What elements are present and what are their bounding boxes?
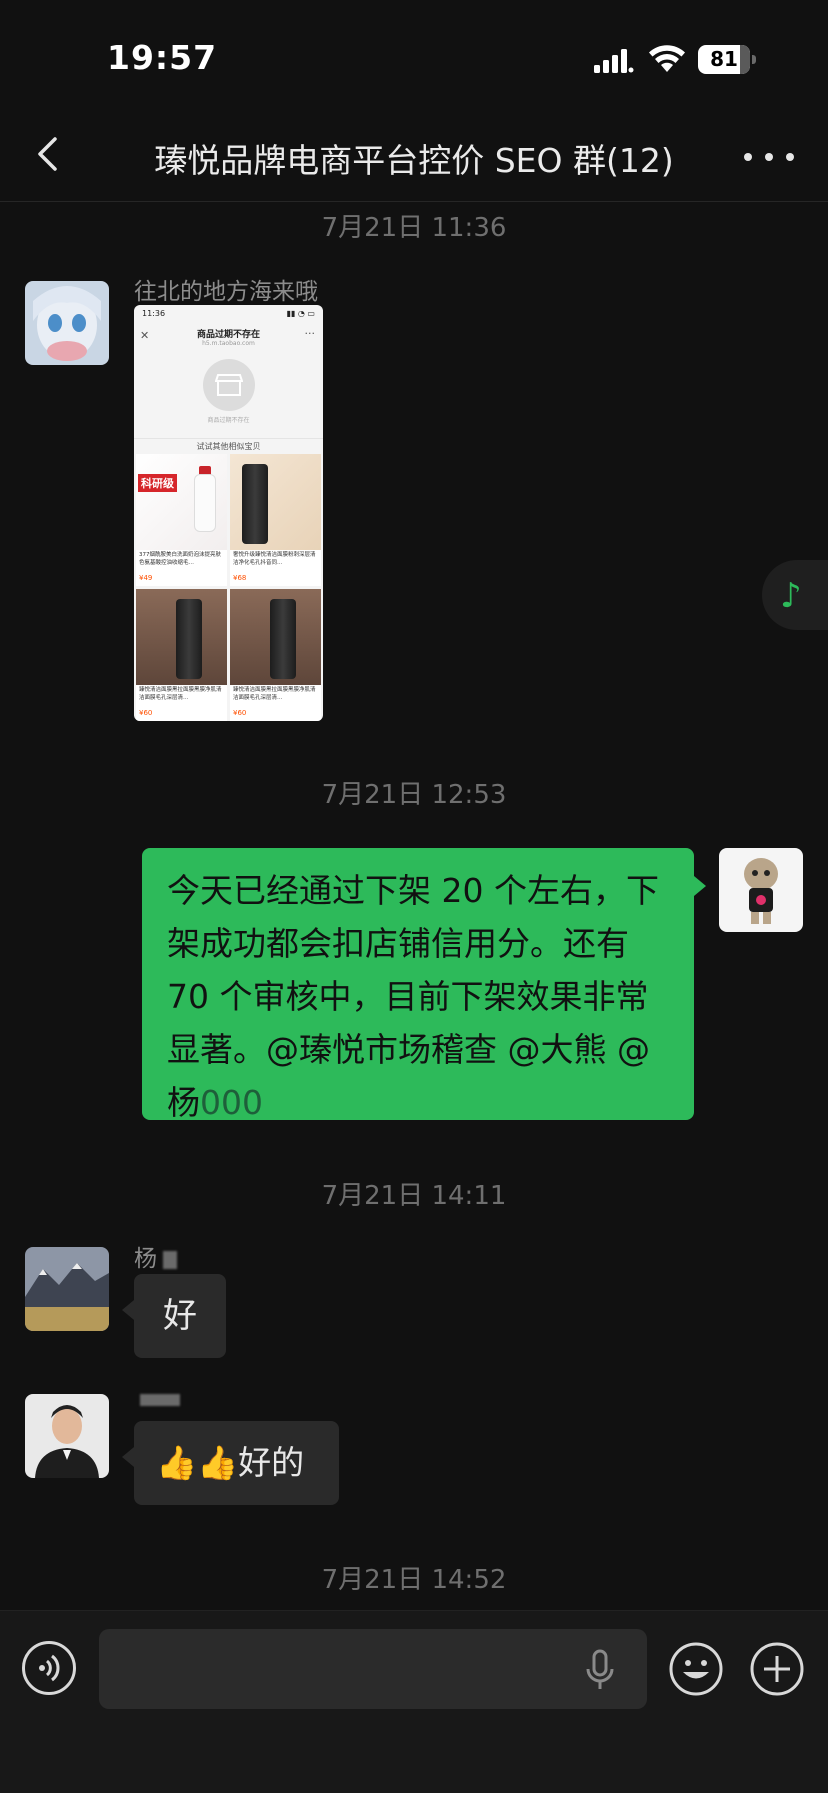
product-card: 臻悦清洁面膜黑拉面膜黑膜净肌清洁面膜毛孔深层清… ¥60 [136,589,227,721]
product-card: 臻悦清洁面膜黑拉面膜黑膜净肌清洁面膜毛孔深层清… ¥60 [230,589,321,721]
chat-title: 瑧悦品牌电商平台控价 SEO 群(12) [154,141,674,180]
music-float-button[interactable]: ♪ [762,560,828,630]
message-bubble-incoming[interactable]: 好 [122,1274,226,1358]
image-message[interactable]: 11:36 ▮▮ ◔ ▭ ✕ ··· 商品过期不存在 h5.m.taobao.c… [134,305,323,721]
avatar[interactable] [25,281,109,365]
chevron-left-icon [38,137,57,171]
my-avatar[interactable] [719,848,803,932]
emoji-icon[interactable] [668,1641,724,1697]
product-card: 奢悦升级臻悦清洁面膜粉刺深层清洁净化毛孔抖音同… ¥68 [230,454,321,586]
microphone-icon[interactable] [585,1649,615,1691]
wifi-icon [649,45,685,72]
portrait-avatar-image [25,1394,109,1478]
thumb-more-icon: ··· [304,327,316,340]
battery-indicator: 81 [698,45,756,74]
more-options-button[interactable] [744,140,794,174]
sender-name: 杨 [134,1239,177,1273]
anime-avatar-image [25,281,109,365]
back-button[interactable] [28,130,78,180]
status-bar: 19:57 81 [0,0,828,112]
message-bubble-incoming[interactable]: 👍👍好的 [122,1421,339,1505]
chat-timestamp: 7月21日 14:11 [321,1181,507,1211]
battery-body: 81 [698,45,750,74]
message-input[interactable] [99,1629,647,1709]
thumb-close-icon: ✕ [140,329,150,342]
battery-level: 81 [710,47,738,71]
shop-icon [202,359,255,411]
avatar[interactable] [25,1394,109,1478]
sackboy-avatar-image [719,848,803,932]
status-time: 19:57 [107,38,218,77]
cellular-signal-icon [594,49,634,73]
avatar[interactable] [25,1247,109,1331]
voice-input-button[interactable] [22,1641,76,1695]
thumb-status-bar: 11:36 ▮▮ ◔ ▭ [142,309,315,318]
mountain-avatar-image [25,1247,109,1331]
sender-name: 往北的地方海来哦 [134,279,318,305]
thumb-notice: 商品过期不存在 [207,417,250,424]
product-card: 科研级 377烟酰胺美白洗面奶泡沫提亮肤色氨基酸控油收缩毛… ¥49 [136,454,227,586]
voice-icon [39,1654,60,1682]
more-dots-icon [744,153,752,161]
nav-bar: 瑧悦品牌电商平台控价 SEO 群(12) [0,112,828,202]
music-note-icon: ♪ [780,576,802,616]
sender-name [134,1386,180,1412]
chat-timestamp: 7月21日 11:36 [321,213,507,243]
thumb-similar-label: 试试其他相似宝贝 [134,438,323,454]
chat-timestamp: 7月21日 12:53 [321,780,507,810]
plus-icon[interactable] [749,1641,805,1697]
thumb-page-url: h5.m.taobao.com [202,340,255,347]
message-bubble-outgoing[interactable]: 今天已经通过下架 20 个左右，下架成功都会扣店铺信用分。还有 70 个审核中，… [142,848,706,1122]
input-bar [0,1610,828,1793]
chat-timestamp: 7月21日 14:52 [321,1565,507,1595]
thumb-page-title: 商品过期不存在 [196,330,260,340]
thumb-product-grid: 科研级 377烟酰胺美白洗面奶泡沫提亮肤色氨基酸控油收缩毛… ¥49 奢悦升级臻… [134,454,323,721]
